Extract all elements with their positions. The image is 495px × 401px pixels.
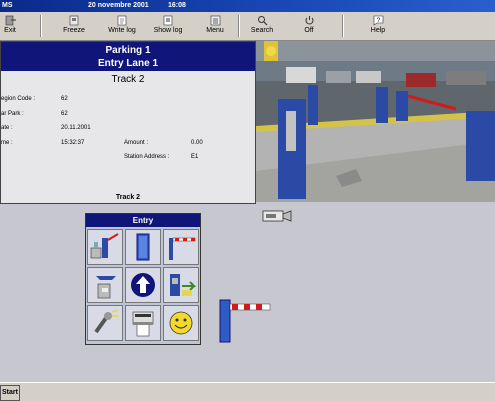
entry-cell-terminal[interactable]	[87, 229, 123, 265]
search-button[interactable]: Search	[240, 14, 284, 38]
exit-icon	[5, 15, 16, 26]
track-panel: Parking 1 Entry Lane 1 Track 2 egion Cod…	[0, 41, 256, 204]
parking-name: Parking 1	[105, 45, 151, 56]
off-label: Off	[304, 27, 314, 34]
title-date: 20 novembre 2001	[88, 2, 149, 9]
amount-label: Amount :	[124, 140, 149, 146]
search-label: Search	[250, 27, 274, 34]
track-footer: Track 2	[115, 194, 141, 201]
smiley-icon	[169, 311, 193, 335]
camera-image	[256, 41, 495, 202]
station-address-label: Station Address :	[124, 154, 170, 160]
freeze-icon	[69, 15, 78, 26]
toolbar-separator	[342, 15, 344, 37]
barrier-status-icon	[219, 299, 271, 343]
entry-cell-barrier[interactable]	[163, 229, 199, 265]
write-log-icon	[117, 15, 126, 26]
ticket-dispenser-icon	[96, 276, 116, 299]
amount-value: 0.00	[191, 140, 203, 146]
menu-icon	[210, 15, 220, 26]
camera-view	[256, 41, 495, 202]
door-icon	[136, 233, 150, 261]
taskbar: Start	[0, 382, 495, 401]
station-address-value: E1	[191, 154, 199, 160]
entry-panel: Entry	[85, 213, 201, 345]
intercom-icon	[94, 309, 119, 334]
toolbar: Exit Freeze Write log Show log Menu Sear…	[0, 12, 495, 41]
up-arrow-icon	[131, 273, 155, 297]
freeze-button[interactable]: Freeze	[52, 14, 96, 38]
date-label: ate :	[1, 125, 13, 131]
time-label: me :	[1, 140, 13, 146]
start-button[interactable]: Start	[0, 385, 20, 401]
power-off-icon	[305, 16, 313, 25]
title-time: 16:08	[168, 2, 186, 9]
write-log-label: Write log	[108, 27, 136, 34]
car-park-label: ar Park :	[1, 111, 24, 117]
show-log-label: Show log	[153, 27, 183, 34]
terminal-ticket-icon	[90, 233, 119, 259]
entry-cell-card-reader[interactable]	[163, 267, 199, 303]
track-title: Track 2	[111, 74, 145, 85]
help-button[interactable]: ? Help	[356, 14, 400, 38]
entry-cell-printer[interactable]	[125, 305, 161, 341]
freeze-label: Freeze	[63, 27, 85, 34]
write-log-button[interactable]: Write log	[100, 14, 144, 38]
entry-cell-smiley[interactable]	[163, 305, 199, 341]
search-icon	[257, 16, 267, 26]
region-code-value: 62	[61, 96, 68, 102]
show-log-icon	[163, 15, 172, 26]
entry-cell-ticket[interactable]	[87, 267, 123, 303]
exit-button[interactable]: Exit	[0, 14, 32, 38]
entry-cell-door[interactable]	[125, 229, 161, 265]
menu-button[interactable]: Menu	[193, 14, 237, 38]
off-button[interactable]: Off	[287, 14, 331, 38]
entry-heading: Entry	[86, 214, 200, 227]
time-value: 15:32:37	[61, 140, 85, 146]
car-park-value: 62	[61, 111, 68, 117]
title-bar: MS 20 novembre 2001 16:08	[0, 0, 495, 12]
track-panel-heading: Parking 1 Entry Lane 1	[1, 42, 255, 71]
date-value: 20.11.2001	[61, 125, 91, 131]
card-reader-icon	[170, 274, 197, 296]
menu-label: Menu	[206, 27, 224, 34]
camera-icon[interactable]	[262, 209, 292, 223]
barrier-small-icon	[169, 237, 196, 260]
window-title: MS	[2, 2, 13, 9]
toolbar-separator	[40, 15, 42, 37]
help-label: Help	[370, 27, 386, 34]
printer-icon	[132, 311, 154, 337]
lane-name: Entry Lane 1	[97, 58, 159, 69]
entry-cell-up-arrow[interactable]	[125, 267, 161, 303]
entry-cell-intercom[interactable]	[87, 305, 123, 341]
region-code-label: egion Code :	[1, 96, 36, 102]
help-icon: ?	[373, 15, 383, 26]
exit-label: Exit	[4, 27, 16, 34]
show-log-button[interactable]: Show log	[146, 14, 190, 38]
